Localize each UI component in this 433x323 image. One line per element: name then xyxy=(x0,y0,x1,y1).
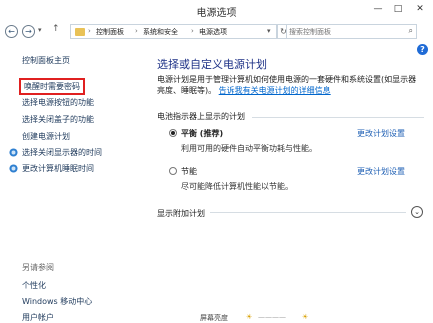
plan-balanced-radio[interactable] xyxy=(169,129,177,137)
section-divider xyxy=(252,117,424,118)
additional-plans-label[interactable]: 显示附加计划 xyxy=(157,208,205,219)
search-icon[interactable]: ⌕ xyxy=(409,26,413,36)
plan-balanced-name[interactable]: 平衡 (推荐) xyxy=(181,128,223,139)
up-icon[interactable]: ↑ xyxy=(52,24,60,34)
sidebar-item-create-plan[interactable]: 创建电源计划 xyxy=(22,131,70,142)
crumb-separator: › xyxy=(135,27,138,35)
plan-saver-description: 尽可能降低计算机性能以节能。 xyxy=(181,182,293,191)
back-button[interactable]: ← xyxy=(5,25,18,38)
close-button[interactable]: ✕ xyxy=(410,3,430,16)
page-title: 选择或自定义电源计划 xyxy=(157,58,267,71)
search-box[interactable]: ⌕ xyxy=(286,24,417,39)
plan-saver-settings-link[interactable]: 更改计划设置 xyxy=(357,166,405,177)
address-bar: ← → ▾ ↑ › 控制面板 › 系统和安全 › 电源选项 ▾ ↻ ⌕ xyxy=(0,21,433,43)
sidebar-item-sleep-time[interactable]: 更改计算机睡眠时间 xyxy=(22,163,94,174)
see-also-user-accounts[interactable]: 用户帐户 xyxy=(22,312,54,323)
plan-saver-radio[interactable] xyxy=(169,167,177,175)
forward-button[interactable]: → xyxy=(22,25,35,38)
title-bar: 电源选项 — □ ✕ xyxy=(0,0,433,21)
see-also-personalization[interactable]: 个性化 xyxy=(22,280,46,291)
search-input[interactable] xyxy=(289,26,399,37)
minimize-button[interactable]: — xyxy=(368,3,388,16)
sleep-settings-icon xyxy=(9,164,18,173)
control-panel-icon xyxy=(75,28,85,36)
display-settings-icon xyxy=(9,148,18,157)
plan-balanced-description: 利用可用的硬件自动平衡功耗与性能。 xyxy=(181,144,317,153)
additional-plans-divider xyxy=(210,212,406,213)
crumb-power-options[interactable]: 电源选项 xyxy=(199,27,227,37)
page-description: 电源计划是用于管理计算机如何使用电源的一套硬件和系统设置(如显示器亮度、睡眠等)… xyxy=(157,74,419,96)
plan-balanced-settings-link[interactable]: 更改计划设置 xyxy=(357,128,405,139)
plan-details-link[interactable]: 告诉我有关电源计划的详细信息 xyxy=(219,86,331,95)
crumb-separator: › xyxy=(191,27,194,35)
crumb-separator: › xyxy=(88,27,91,35)
sidebar-item-power-button[interactable]: 选择电源按钮的功能 xyxy=(22,97,94,108)
brightness-label: 屏幕亮度 xyxy=(200,314,228,322)
address-dropdown-icon[interactable]: ▾ xyxy=(267,27,271,35)
expand-plans-button[interactable]: ⌄ xyxy=(411,206,423,218)
see-also-mobility-center[interactable]: Windows 移动中心 xyxy=(22,296,92,307)
recent-pages-icon[interactable]: ▾ xyxy=(38,26,42,34)
sidebar-home-link[interactable]: 控制面板主页 xyxy=(22,55,70,66)
sidebar-item-display-off[interactable]: 选择关闭显示器的时间 xyxy=(22,147,102,158)
see-also-header: 另请参阅 xyxy=(22,263,54,272)
breadcrumb[interactable]: › 控制面板 › 系统和安全 › 电源选项 ▾ xyxy=(70,24,277,39)
crumb-control-panel[interactable]: 控制面板 xyxy=(96,27,124,37)
sidebar-item-lid-close[interactable]: 选择关闭盖子的功能 xyxy=(22,114,94,125)
plan-saver-name[interactable]: 节能 xyxy=(181,166,197,177)
section-label: 电池指示器上显示的计划 xyxy=(157,112,245,121)
help-icon[interactable]: ? xyxy=(417,44,428,55)
maximize-button[interactable]: □ xyxy=(388,3,408,16)
crumb-system-security[interactable]: 系统和安全 xyxy=(143,27,178,37)
sidebar-item-require-password[interactable]: 唤醒时需要密码 xyxy=(19,78,85,95)
